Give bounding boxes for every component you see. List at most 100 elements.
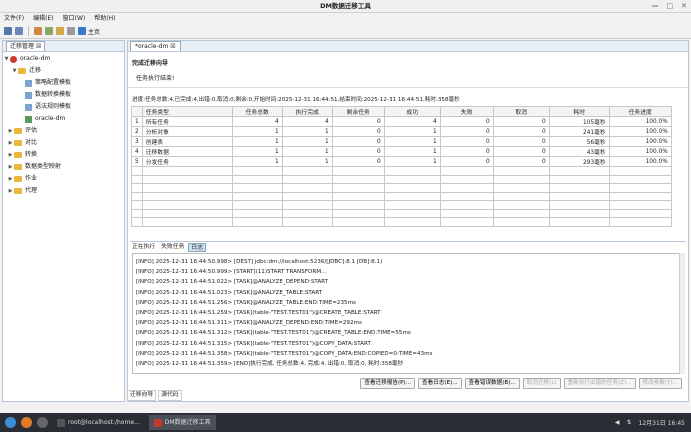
column-header[interactable]: 任务进度 <box>608 106 672 117</box>
expand-icon[interactable]: ▶ <box>7 149 14 161</box>
view-report-button[interactable]: 查看迁移报告(P)... <box>360 378 416 389</box>
tree-node-jobs[interactable]: ▶ 作业 <box>3 173 124 185</box>
expand-icon[interactable]: ▶ <box>7 185 14 197</box>
table-row[interactable]: 3 创建表 1 1 0 1 0 0 56毫秒 100.0% <box>131 136 672 147</box>
column-header[interactable]: 取消 <box>492 106 550 117</box>
taskbar-label: DM数据迁移工具 <box>164 419 211 426</box>
tree-node-root[interactable]: ▼ oracle-dm <box>3 53 124 65</box>
tab-log[interactable]: 日志 <box>188 243 207 252</box>
cell-fail: 0 <box>439 126 494 137</box>
column-header[interactable]: 任务类型 <box>141 106 233 117</box>
start-menu-icon[interactable] <box>5 417 16 428</box>
tree-node-strategy-template[interactable]: 策略配置模板 <box>3 77 124 89</box>
tree-label: 语法规则模板 <box>35 103 72 110</box>
tree-node-agent[interactable]: ▶ 代理 <box>3 185 124 197</box>
folder-icon <box>14 140 22 146</box>
cancel-migration-button[interactable]: 取消迁移(L) <box>522 378 561 389</box>
row-index: 2 <box>131 126 143 137</box>
table-row[interactable]: 2 分析对象 1 1 0 1 0 0 241毫秒 100.0% <box>131 126 672 137</box>
save-icon[interactable] <box>4 27 12 35</box>
menu-edit[interactable]: 编辑(E) <box>33 13 53 24</box>
table-row[interactable]: 1 所有任务 4 4 0 4 0 0 105毫秒 100.0% <box>131 116 672 127</box>
log-line: [INFO] 2025-12-31 16:44:51.359> [END]执行完… <box>136 361 404 368</box>
table-row[interactable]: 5 分发任务 1 1 0 1 0 0 293毫秒 100.0% <box>131 156 672 167</box>
expand-icon[interactable]: ▶ <box>7 137 14 149</box>
taskbar-item-terminal[interactable]: root@localhost:/home... <box>52 415 145 430</box>
column-header[interactable]: 耗时 <box>548 106 610 117</box>
rerun-failed-button[interactable]: 重新执行出错的任务(Z)... <box>563 378 636 389</box>
log-line: [INFO] 2025-12-31 16:44:50.998> [DEST] j… <box>136 259 383 265</box>
tree-label: 迁移 <box>29 67 42 74</box>
maximize-button[interactable]: □ <box>667 0 674 13</box>
view-error-data-button[interactable]: 查看错误数据(B)... <box>464 378 520 389</box>
modify-params-button[interactable]: 修改参数(Y)... <box>638 378 682 389</box>
tree-label: 数据转换模板 <box>35 91 72 98</box>
cell-progress: 100.0% <box>608 136 672 147</box>
tree-node-oracle-dm-task[interactable]: oracle-dm <box>3 113 124 125</box>
tab-failed-tasks[interactable]: 失败任务 <box>159 243 186 252</box>
volume-icon[interactable]: ◀ <box>615 419 620 426</box>
menu-window[interactable]: 窗口(W) <box>63 13 86 24</box>
cell-time: 241毫秒 <box>548 126 610 137</box>
column-header[interactable]: 任务总数 <box>231 106 283 117</box>
expand-icon[interactable]: ▶ <box>7 125 14 137</box>
tree-node-convert[interactable]: ▶ 转换 <box>3 149 124 161</box>
tree-node-migration[interactable]: ▼ 迁移 <box>3 65 124 77</box>
expand-icon[interactable]: ▶ <box>7 161 14 173</box>
files-icon[interactable] <box>37 417 48 428</box>
save-all-icon[interactable] <box>15 27 23 35</box>
tab-running[interactable]: 正在执行 <box>130 243 157 252</box>
tab-migration-wizard[interactable]: 迁移向导 <box>127 390 157 401</box>
log-line: [INFO] 2025-12-31 16:44:51.256> [TASK]@A… <box>136 299 356 306</box>
menu-file[interactable]: 文件(F) <box>4 13 24 24</box>
column-header[interactable]: 失败 <box>439 106 494 117</box>
tree-node-transform-template[interactable]: 数据转换模板 <box>3 89 124 101</box>
column-header[interactable]: 执行完成 <box>281 106 333 117</box>
tree-node-assess[interactable]: ▶ 评估 <box>3 125 124 137</box>
cell-done: 1 <box>281 136 333 147</box>
collapse-icon[interactable]: ▼ <box>11 65 18 77</box>
copy-icon[interactable] <box>45 27 53 35</box>
column-header[interactable]: 剩余任务 <box>331 106 385 117</box>
log-line: [INFO] 2025-12-31 16:44:51.022> [TASK]@A… <box>136 279 329 286</box>
tree-label: 对比 <box>25 139 38 146</box>
row-index: 1 <box>131 116 143 127</box>
editor-panel: *oracle-dm ☒ 完成迁移向导 任务执行结束! 进度:任务总数:4,已完… <box>127 40 689 402</box>
table-row-empty <box>131 174 672 184</box>
taskbar-item-dm-tool[interactable]: DM数据迁移工具 <box>148 415 216 430</box>
menu-help[interactable]: 帮助(H) <box>94 13 115 24</box>
minimize-button[interactable]: — <box>652 0 659 13</box>
tab-oracle-dm[interactable]: *oracle-dm ☒ <box>130 41 181 51</box>
log-output[interactable]: [INFO] 2025-12-31 16:44:50.998> [DEST] j… <box>132 253 682 374</box>
table-row[interactable]: 4 迁移数据 1 1 0 1 0 0 43毫秒 100.0% <box>131 146 672 157</box>
paste-icon[interactable] <box>56 27 64 35</box>
tree-node-type-mapping[interactable]: ▶ 数据类型映射 <box>3 161 124 173</box>
tree-node-compare[interactable]: ▶ 对比 <box>3 137 124 149</box>
cut-icon[interactable] <box>34 27 42 35</box>
collapse-icon[interactable]: ▼ <box>3 53 10 65</box>
tab-migration-manager[interactable]: 迁移管理 ☒ <box>6 41 46 51</box>
tab-source-code[interactable]: 源代码 <box>158 390 182 401</box>
tree-node-syntax-template[interactable]: 语法规则模板 <box>3 101 124 113</box>
tree-label: 评估 <box>25 127 38 134</box>
network-icon[interactable]: ⇅ <box>627 419 632 426</box>
delete-icon[interactable] <box>67 27 75 35</box>
clock[interactable]: 12月31日 16:45 <box>639 418 685 427</box>
table-row-empty <box>131 166 672 176</box>
expand-icon[interactable]: ▶ <box>7 173 14 185</box>
cell-done: 1 <box>281 156 333 167</box>
cell-fail: 0 <box>439 136 494 147</box>
toolbar: 主页 <box>0 24 691 39</box>
column-header[interactable]: 成功 <box>383 106 441 117</box>
home-button[interactable]: 主页 <box>78 27 100 36</box>
firefox-icon[interactable] <box>21 417 32 428</box>
template-icon <box>25 103 32 111</box>
cell-type: 所有任务 <box>141 116 233 127</box>
view-log-button[interactable]: 查看日志(E)... <box>418 378 462 389</box>
close-button[interactable]: ✕ <box>681 0 687 13</box>
table-row-empty <box>131 217 672 227</box>
cell-total: 1 <box>231 126 283 137</box>
editor-bottom-tabs: 迁移向导 源代码 <box>127 390 182 401</box>
template-icon <box>25 91 32 99</box>
log-scrollbar[interactable] <box>679 253 685 374</box>
